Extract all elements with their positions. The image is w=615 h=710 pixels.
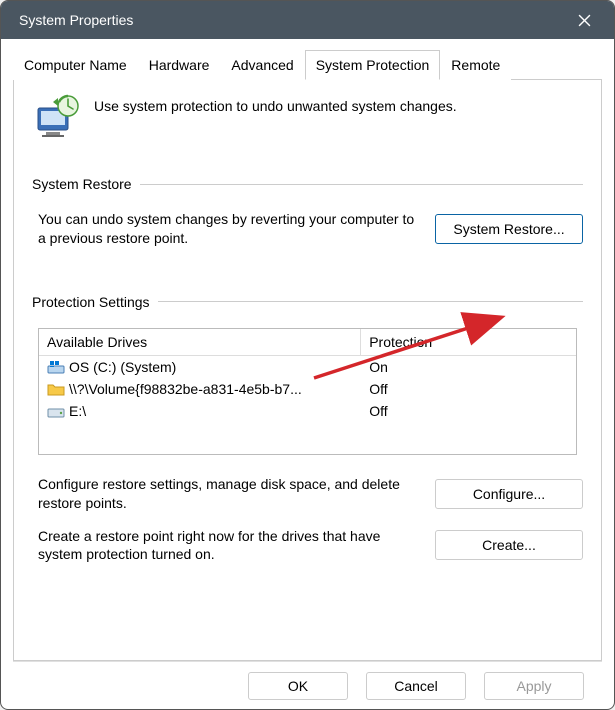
intro-row: Use system protection to undo unwanted s… [32,94,583,142]
drive-name-cell: OS (C:) (System) [39,356,361,378]
group-divider [158,301,583,302]
table-row[interactable]: OS (C:) (System) On [39,356,576,378]
group-label-restore: System Restore [32,176,132,192]
header-available-drives[interactable]: Available Drives [39,329,361,355]
cancel-button[interactable]: Cancel [366,672,466,700]
drive-status: Off [361,400,576,422]
dialog-body: Computer Name Hardware Advanced System P… [1,39,614,709]
drive-table: Available Drives Protection OS (C:) (Sys… [38,328,577,455]
table-row[interactable]: E:\ Off [39,400,576,422]
restore-row: You can undo system changes by reverting… [32,210,583,248]
group-protection-settings: Protection Settings Available Drives Pro… [32,294,583,565]
tab-hardware[interactable]: Hardware [138,50,221,80]
drive-name: E:\ [69,403,86,419]
drive-status: On [361,356,576,378]
create-button[interactable]: Create... [435,530,583,560]
drive-name-cell: E:\ [39,400,361,422]
table-row[interactable]: \\?\Volume{f98832be-a831-4e5b-b7... Off [39,378,576,400]
drive-name-cell: \\?\Volume{f98832be-a831-4e5b-b7... [39,378,361,400]
configure-button[interactable]: Configure... [435,479,583,509]
restore-desc: You can undo system changes by reverting… [38,210,417,248]
tab-content: Use system protection to undo unwanted s… [13,80,602,661]
window-title: System Properties [19,12,133,28]
configure-desc: Configure restore settings, manage disk … [38,475,417,513]
drive-table-header: Available Drives Protection [39,329,576,356]
ok-button[interactable]: OK [248,672,348,700]
apply-button[interactable]: Apply [484,672,584,700]
drive-os-icon [47,359,65,375]
group-divider [140,184,583,185]
group-system-restore: System Restore You can undo system chang… [32,176,583,248]
tab-strip: Computer Name Hardware Advanced System P… [13,49,602,80]
drive-name: \\?\Volume{f98832be-a831-4e5b-b7... [69,381,302,397]
group-header-protection: Protection Settings [32,294,583,310]
group-header-restore: System Restore [32,176,583,192]
tab-system-protection[interactable]: System Protection [305,50,441,80]
create-desc: Create a restore point right now for the… [38,527,417,565]
drive-icon [47,403,65,419]
drive-rows: OS (C:) (System) On \\?\Volume{f98832be-… [39,356,576,454]
tab-computer-name[interactable]: Computer Name [13,50,138,80]
drive-status: Off [361,378,576,400]
dialog-button-bar: OK Cancel Apply [13,661,602,709]
system-properties-window: System Properties Computer Name Hardware… [0,0,615,710]
tab-remote[interactable]: Remote [440,50,511,80]
header-protection[interactable]: Protection [361,329,576,355]
configure-row: Configure restore settings, manage disk … [32,475,583,513]
create-row: Create a restore point right now for the… [32,527,583,565]
close-icon [578,14,591,27]
group-label-protection: Protection Settings [32,294,150,310]
system-protection-icon [32,94,80,142]
close-button[interactable] [562,1,606,39]
folder-icon [47,381,65,397]
drive-name: OS (C:) (System) [69,359,176,375]
tab-advanced[interactable]: Advanced [220,50,304,80]
titlebar: System Properties [1,1,614,39]
system-restore-button[interactable]: System Restore... [435,214,583,244]
intro-text: Use system protection to undo unwanted s… [94,94,457,114]
